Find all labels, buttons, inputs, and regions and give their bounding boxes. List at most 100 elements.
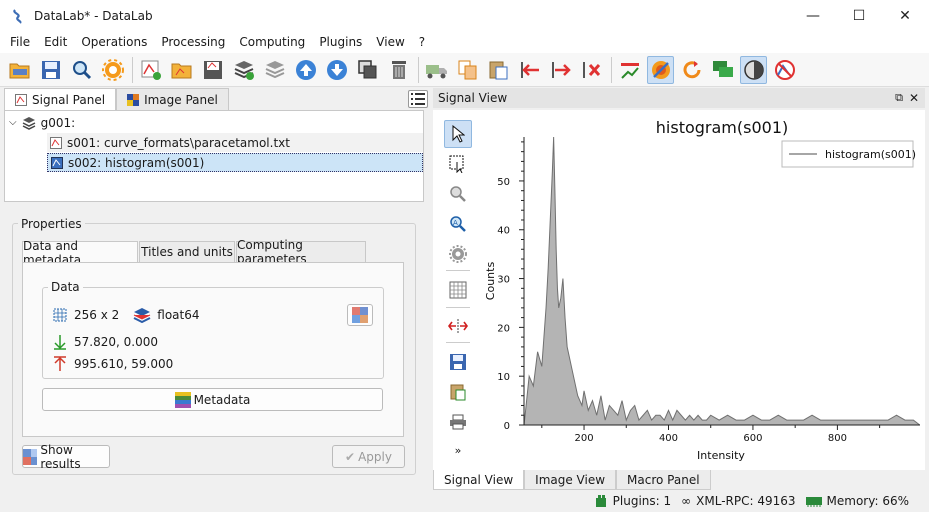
data-view-button[interactable] xyxy=(347,304,373,326)
y-tick-label: 50 xyxy=(497,177,510,188)
new-signal-icon[interactable] xyxy=(137,56,164,84)
save-icon[interactable] xyxy=(37,56,64,84)
app-logo-icon xyxy=(13,8,22,24)
move-down-icon[interactable] xyxy=(323,56,350,84)
tab-macro-panel[interactable]: Macro Panel xyxy=(616,470,711,490)
tree-item-label: s001: curve_formats\paracetamol.txt xyxy=(67,135,290,150)
stop-icon[interactable] xyxy=(647,55,674,84)
dtype-value: float64 xyxy=(157,308,200,322)
tab-titles-and-units[interactable]: Titles and units xyxy=(139,241,235,262)
show-results-button[interactable]: Show results xyxy=(22,443,110,471)
delete-icon[interactable] xyxy=(385,56,412,84)
y-tick-label: 10 xyxy=(497,372,510,383)
copy-icon[interactable] xyxy=(454,56,481,84)
histogram-series-area xyxy=(524,137,920,425)
arrow-max-icon xyxy=(54,356,66,371)
open-signal-icon[interactable] xyxy=(168,56,195,84)
group-layers-icon xyxy=(22,116,35,130)
status-plugins: Plugins: 1 xyxy=(594,494,671,508)
tab-signal-panel[interactable]: Signal Panel xyxy=(4,88,117,110)
apply-button[interactable]: ✔ Apply xyxy=(332,445,405,468)
menu-view[interactable]: View xyxy=(369,35,411,49)
zoom-find-icon[interactable] xyxy=(68,56,95,84)
legend-label: histogram(s001) xyxy=(825,148,916,161)
shape-row: 256 x 2 float64 xyxy=(52,307,200,323)
y-tick-label: 30 xyxy=(497,275,510,286)
menu-edit[interactable]: Edit xyxy=(37,35,74,49)
signal-selected-icon xyxy=(51,156,63,169)
tab-image-panel[interactable]: Image Panel xyxy=(116,88,229,110)
chat-icon[interactable] xyxy=(709,56,736,84)
truck-icon[interactable] xyxy=(423,56,450,84)
dock-close-icon[interactable]: ✕ xyxy=(909,91,919,105)
grid-size-icon xyxy=(53,308,67,322)
minimize-button[interactable]: — xyxy=(790,0,836,31)
plugins-count: Plugins: 1 xyxy=(612,494,672,508)
toolbar-separator xyxy=(611,56,612,83)
tree-group-label: g001: xyxy=(40,115,76,130)
layers-icon[interactable] xyxy=(261,56,288,84)
metadata-icon xyxy=(174,391,191,408)
tree-group-row[interactable]: ⌵ g001: xyxy=(9,113,75,132)
x-tick-label: 800 xyxy=(828,433,847,444)
dock-title: Signal View xyxy=(438,91,508,105)
close-button[interactable]: ✕ xyxy=(882,0,928,31)
menu-file[interactable]: File xyxy=(3,35,37,49)
move-up-icon[interactable] xyxy=(292,56,319,84)
dtype-icon xyxy=(133,308,151,323)
data-group-label: Data xyxy=(48,280,83,294)
metadata-button[interactable]: Metadata xyxy=(42,388,383,411)
histogram-chart: histogram(s001) 200 400 600 80001020304050 … xyxy=(484,118,921,462)
menu-operations[interactable]: Operations xyxy=(74,35,154,49)
tab-data-and-metadata[interactable]: Data and metadata xyxy=(22,239,138,267)
contrast-icon[interactable] xyxy=(740,55,767,84)
menu-help[interactable]: ? xyxy=(412,35,432,49)
status-bar: Plugins: 1 ∞ XML-RPC: 49163 Memory: 66% xyxy=(0,490,929,512)
refresh-icon[interactable] xyxy=(678,56,705,84)
tab-computing-parameters[interactable]: Computing parameters xyxy=(236,238,366,266)
max-values: 995.610, 59.000 xyxy=(74,357,174,371)
left-panel-tabs: Signal Panel Image Panel xyxy=(4,88,229,110)
signal-icon xyxy=(15,93,27,106)
save-signal-icon[interactable] xyxy=(199,56,226,84)
tree-item[interactable]: s001: curve_formats\paracetamol.txt xyxy=(47,133,423,152)
signal-view-dock-header: Signal View ⧉ ✕ xyxy=(433,88,925,108)
check-icon: ✔ xyxy=(345,449,356,464)
paste-icon[interactable] xyxy=(485,56,512,84)
x-tick-label: 600 xyxy=(743,433,762,444)
maximize-button[interactable]: ☐ xyxy=(836,0,882,31)
settings-icon[interactable] xyxy=(99,56,126,84)
plot-icon[interactable] xyxy=(616,56,643,84)
histogram-series-line xyxy=(523,136,921,426)
tab-image-view[interactable]: Image View xyxy=(524,470,617,490)
memory-usage: Memory: 66% xyxy=(826,494,909,508)
tree-item-selected[interactable]: s002: histogram(s001) xyxy=(47,153,423,172)
import-icon[interactable] xyxy=(516,56,543,84)
menu-computing[interactable]: Computing xyxy=(232,35,312,49)
export-icon[interactable] xyxy=(547,56,574,84)
signal-icon xyxy=(50,136,62,149)
open-folder-icon[interactable] xyxy=(6,56,33,84)
menu-processing[interactable]: Processing xyxy=(154,35,232,49)
plugin-icon xyxy=(595,495,606,507)
signal-tree: ⌵ g001: s001: curve_formats\paracetamol.… xyxy=(4,110,424,202)
menu-plugins[interactable]: Plugins xyxy=(312,35,369,49)
remove-icon[interactable] xyxy=(578,56,605,84)
tree-item-label: s002: histogram(s001) xyxy=(68,155,205,170)
duplicate-icon[interactable] xyxy=(354,56,381,84)
new-group-icon[interactable] xyxy=(230,56,257,84)
arrow-min-icon xyxy=(54,335,66,350)
link-icon: ∞ xyxy=(681,494,692,508)
status-memory: Memory: 66% xyxy=(805,494,909,508)
tab-signal-view[interactable]: Signal View xyxy=(433,470,525,490)
view-tabs: Signal View Image View Macro Panel xyxy=(433,470,711,490)
no-signal-icon[interactable] xyxy=(771,56,798,84)
apply-button-label: Apply xyxy=(358,449,392,464)
status-xmlrpc: ∞ XML-RPC: 49163 xyxy=(681,494,795,508)
min-row: 57.820, 0.000 xyxy=(52,334,158,350)
panel-menu-button[interactable] xyxy=(408,90,428,108)
chevron-down-icon[interactable]: ⌵ xyxy=(9,117,17,128)
image-grid-icon xyxy=(352,307,368,323)
dock-float-icon[interactable]: ⧉ xyxy=(895,91,903,105)
x-axis-label: Intensity xyxy=(697,449,745,462)
